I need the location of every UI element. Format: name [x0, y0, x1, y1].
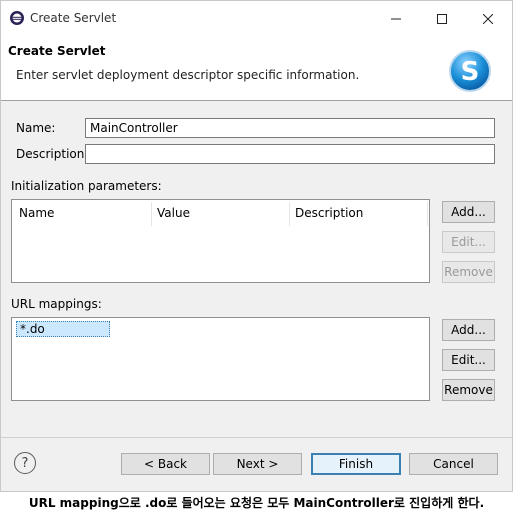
footer-divider — [1, 437, 512, 438]
minimize-icon — [391, 18, 401, 20]
list-item[interactable]: *.do — [16, 321, 110, 337]
description-field[interactable] — [85, 144, 495, 164]
init-edit-button[interactable]: Edit... — [442, 231, 495, 253]
logo-letter: S — [461, 57, 480, 87]
next-button[interactable]: Next > — [213, 453, 302, 475]
init-add-button[interactable]: Add... — [442, 201, 495, 223]
url-remove-button[interactable]: Remove — [442, 379, 495, 401]
banner-title: Create Servlet — [8, 44, 106, 58]
column-header-name[interactable]: Name — [19, 206, 54, 220]
url-add-button[interactable]: Add... — [442, 319, 495, 341]
url-mappings-label: URL mappings: — [11, 297, 102, 311]
url-edit-button[interactable]: Edit... — [442, 349, 495, 371]
init-remove-button[interactable]: Remove — [442, 261, 495, 283]
maximize-button[interactable] — [419, 1, 465, 37]
banner-description: Enter servlet deployment descriptor spec… — [16, 68, 360, 82]
caption-text: URL mapping으로 .do로 들어오는 요청은 모두 MainContr… — [28, 496, 485, 510]
close-button[interactable] — [465, 1, 511, 37]
maximize-icon — [437, 14, 447, 24]
finish-button[interactable]: Finish — [311, 453, 401, 475]
eclipse-icon — [10, 11, 24, 25]
close-icon — [483, 14, 493, 24]
window-title: Create Servlet — [30, 11, 117, 25]
init-params-label: Initialization parameters: — [11, 179, 162, 193]
name-field[interactable]: MainController — [85, 118, 495, 138]
back-button[interactable]: < Back — [121, 453, 210, 475]
column-divider — [427, 202, 428, 226]
minimize-button[interactable] — [373, 1, 419, 37]
column-header-value[interactable]: Value — [157, 206, 190, 220]
help-icon[interactable]: ? — [14, 452, 36, 474]
url-mappings-list[interactable]: *.do — [11, 317, 430, 401]
title-bar: Create Servlet — [1, 1, 512, 37]
cancel-button[interactable]: Cancel — [409, 453, 498, 475]
column-header-description[interactable]: Description — [295, 206, 363, 220]
wizard-banner: Create Servlet Enter servlet deployment … — [1, 37, 512, 101]
description-label: Description: — [16, 147, 89, 161]
servlet-logo-icon: S — [449, 50, 491, 92]
name-label: Name: — [16, 121, 56, 135]
dialog-window: Create Servlet Create Servlet Enter serv… — [0, 0, 513, 492]
column-divider — [289, 202, 290, 226]
init-params-table[interactable]: Name Value Description — [11, 199, 430, 283]
column-divider — [151, 202, 152, 226]
